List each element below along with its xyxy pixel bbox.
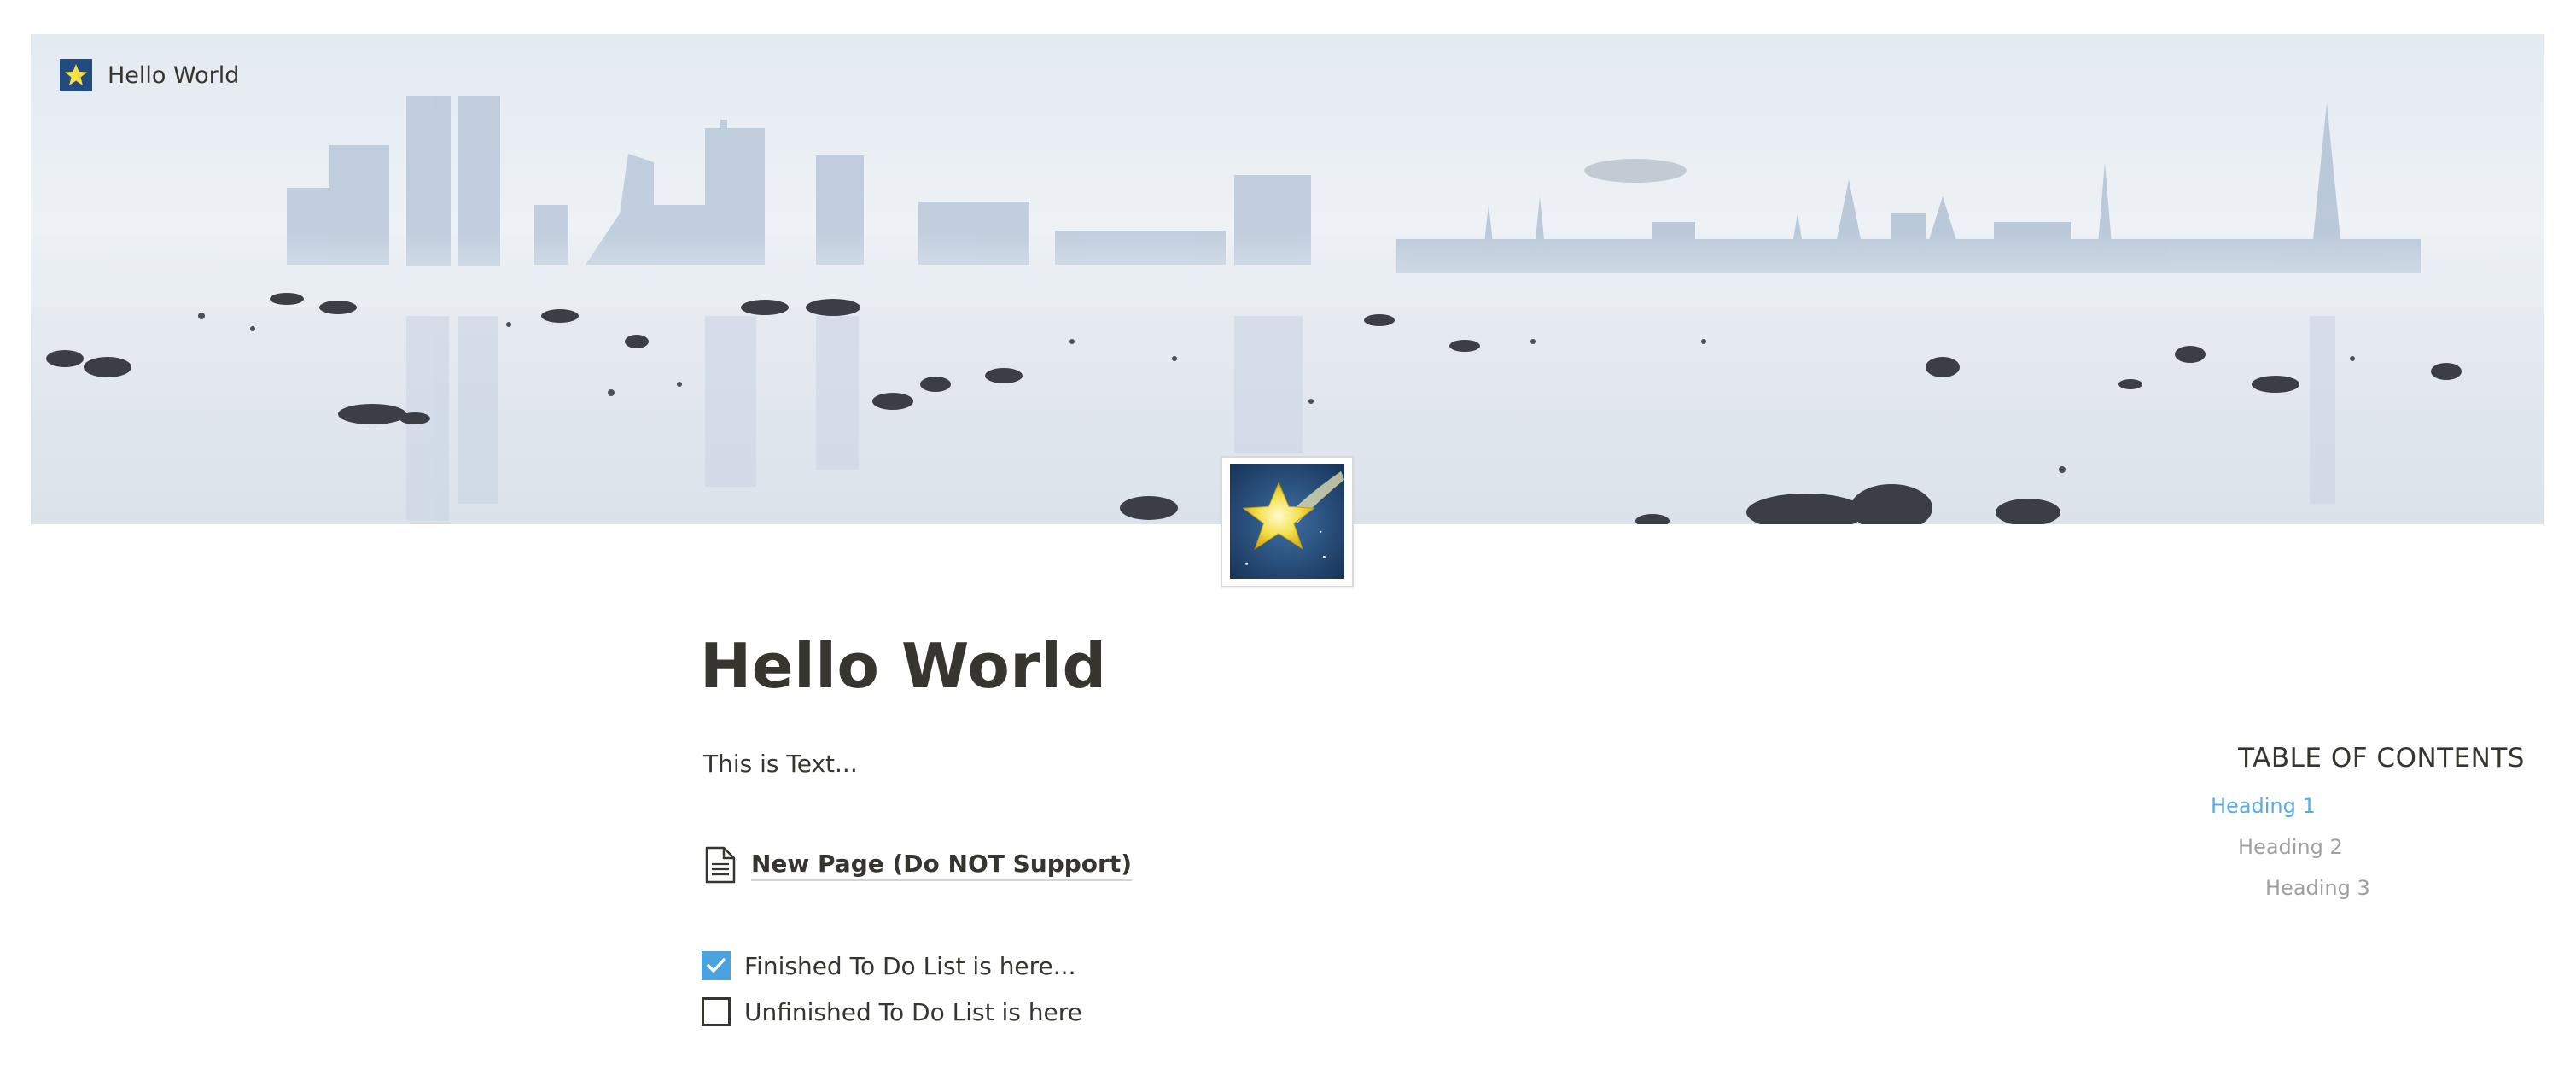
toc-item-heading-3[interactable]: Heading 3 bbox=[2265, 876, 2370, 900]
cover-image bbox=[31, 34, 2544, 524]
breadcrumb[interactable]: Hello World bbox=[60, 56, 239, 94]
checkmark-icon bbox=[707, 958, 726, 973]
table-of-contents: TABLE OF CONTENTS Heading 1 Heading 2 He… bbox=[2202, 743, 2552, 900]
page-link-label: New Page (Do NOT Support) bbox=[751, 850, 1133, 881]
toc-title: TABLE OF CONTENTS bbox=[2238, 743, 2525, 774]
star-icon bbox=[60, 59, 92, 91]
todo-item: Finished To Do List is here... bbox=[702, 951, 1076, 980]
text-block: This is Text... bbox=[703, 750, 858, 778]
todo-item: Unfinished To Do List is here bbox=[702, 997, 1082, 1026]
toc-item-heading-1[interactable]: Heading 1 bbox=[2211, 794, 2316, 818]
page: Hello World Hello World This is Text... … bbox=[0, 0, 2576, 1069]
shooting-star-icon[interactable] bbox=[1221, 456, 1354, 587]
toc-item-heading-2[interactable]: Heading 2 bbox=[2238, 835, 2343, 859]
todo-label: Unfinished To Do List is here bbox=[744, 997, 1082, 1026]
page-link[interactable]: New Page (Do NOT Support) bbox=[703, 845, 1133, 885]
breadcrumb-label: Hello World bbox=[108, 61, 240, 89]
todo-label: Finished To Do List is here... bbox=[744, 951, 1076, 980]
checkbox-checked[interactable] bbox=[702, 951, 731, 980]
checkbox-unchecked[interactable] bbox=[702, 997, 731, 1026]
document-icon bbox=[705, 846, 736, 884]
page-title: Hello World bbox=[700, 630, 1107, 702]
